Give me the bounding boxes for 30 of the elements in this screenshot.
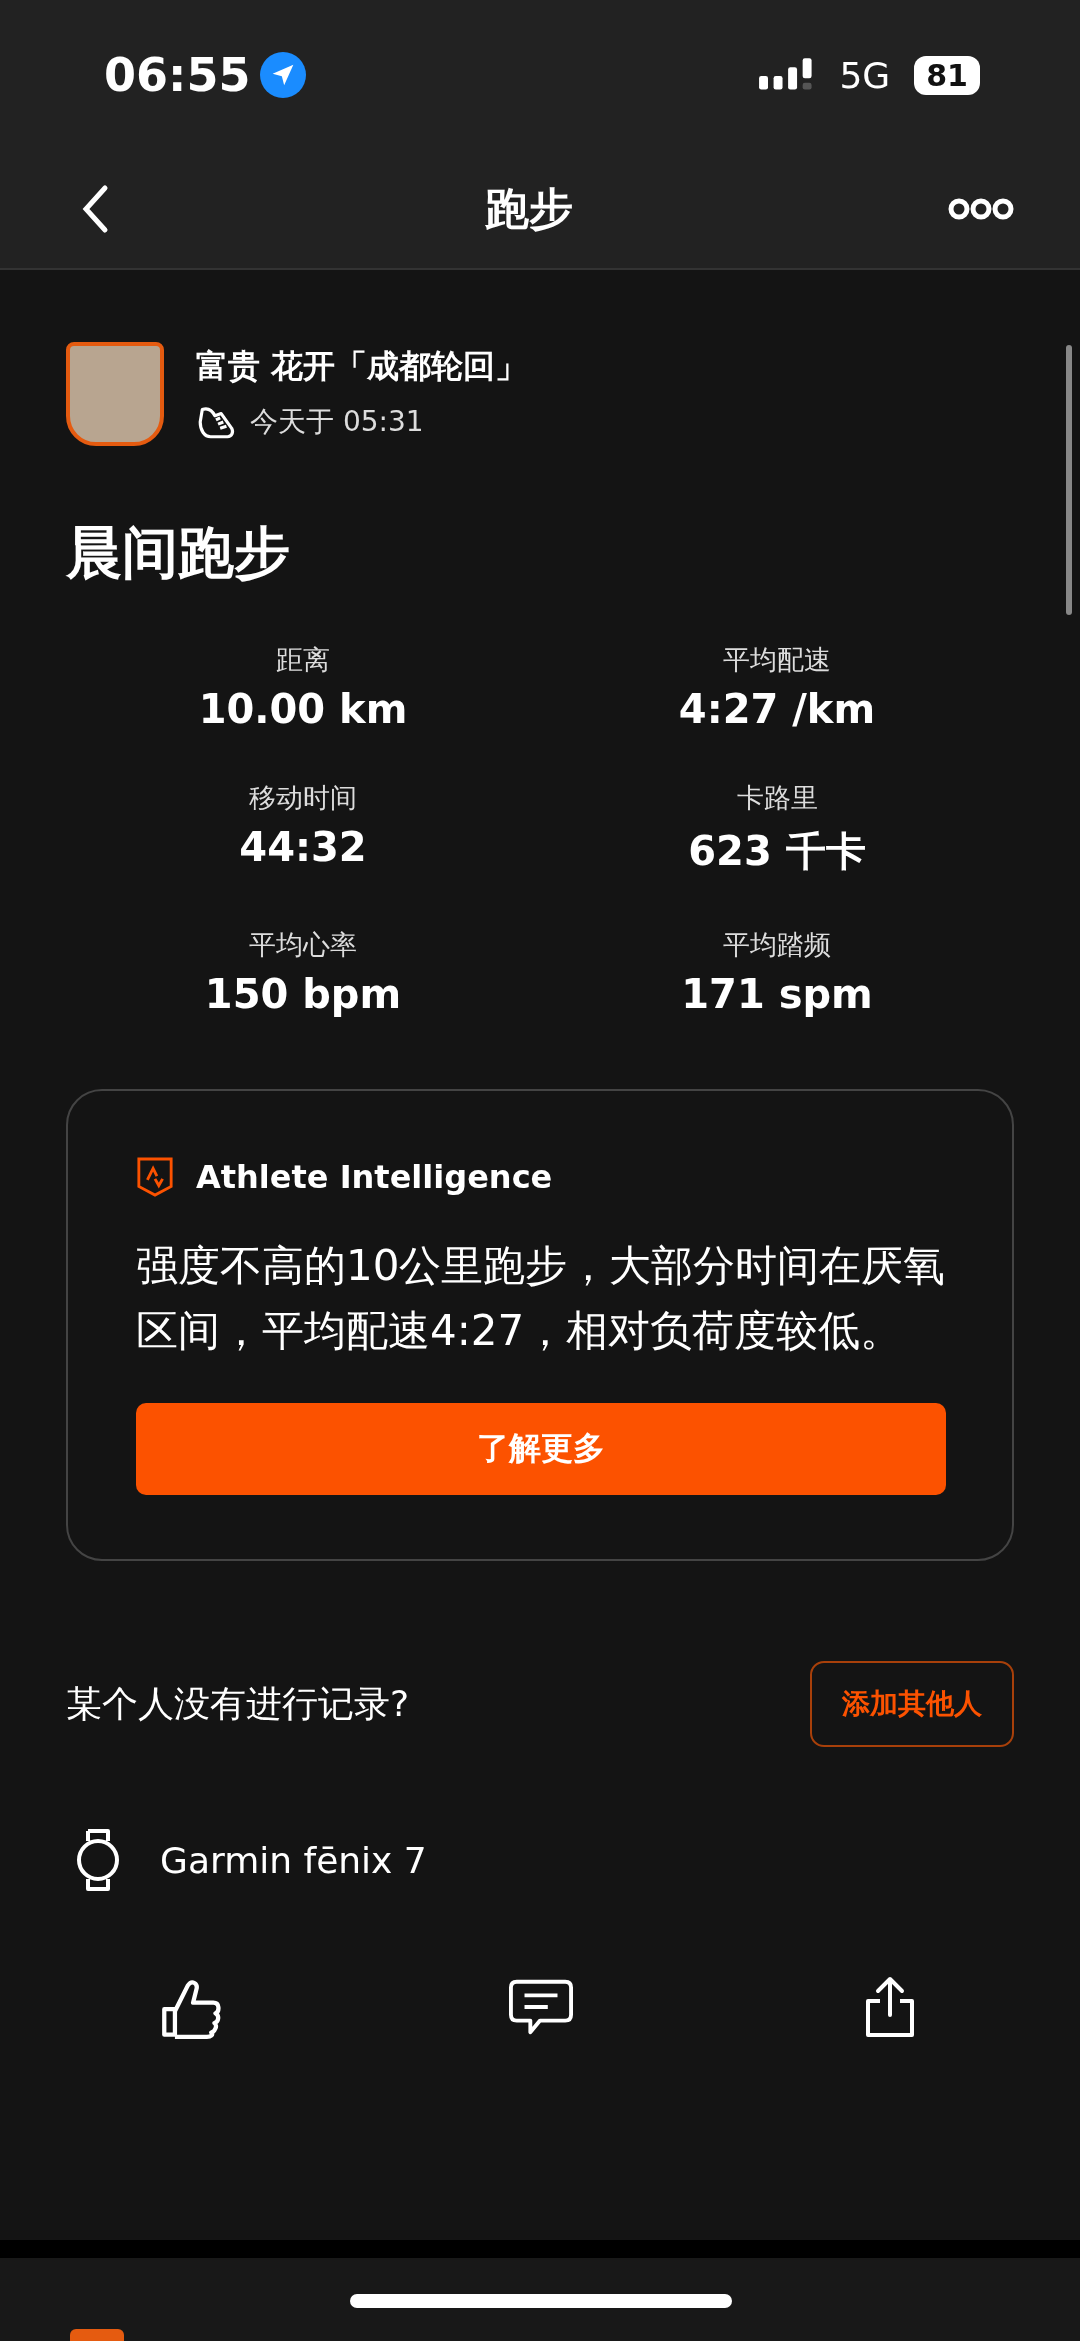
stat-value: 150 bpm bbox=[204, 971, 402, 1017]
activity-time: 今天于 05:31 bbox=[250, 404, 424, 440]
activity-title: 晨间跑步 bbox=[66, 519, 291, 587]
add-others-prompt: 某个人没有进行记录? bbox=[66, 1681, 410, 1726]
stat-label: 移动时间 bbox=[249, 781, 357, 815]
athlete-name[interactable]: 富贵 花开「成都轮回」 bbox=[196, 345, 528, 389]
back-icon[interactable] bbox=[80, 184, 110, 234]
more-icon[interactable] bbox=[948, 198, 1014, 220]
stat-label: 平均踏频 bbox=[723, 928, 831, 962]
learn-more-button[interactable]: 了解更多 bbox=[136, 1403, 946, 1495]
stat-label: 平均心率 bbox=[249, 928, 357, 962]
page-title: 跑步 bbox=[485, 181, 573, 236]
avatar-placeholder[interactable] bbox=[66, 342, 164, 446]
network-label: 5G bbox=[839, 54, 891, 96]
insight-title: Athlete Intelligence bbox=[196, 1158, 553, 1196]
add-others-button[interactable]: 添加其他人 bbox=[810, 1661, 1014, 1747]
stat-label: 平均配速 bbox=[723, 643, 831, 677]
stat-value: 4:27 /km bbox=[678, 686, 876, 732]
battery-indicator: 81 bbox=[914, 55, 980, 95]
stat-value: 623 千卡 bbox=[688, 827, 866, 876]
stat-value: 171 spm bbox=[681, 971, 873, 1017]
watch-icon bbox=[76, 1827, 120, 1893]
stat-value: 44:32 bbox=[239, 824, 367, 870]
stat-value: 10.00 km bbox=[198, 686, 408, 732]
status-time: 06:55 bbox=[104, 48, 251, 102]
stat-label: 距离 bbox=[276, 643, 330, 677]
insight-summary: 强度不高的10公里跑步，大部分时间在厌氧区间，平均配速4:27，相对负荷度较低。 bbox=[136, 1240, 946, 1357]
shield-logo-icon bbox=[136, 1155, 174, 1199]
stat-label: 卡路里 bbox=[736, 781, 818, 815]
device-name: Garmin fēnix 7 bbox=[160, 1839, 427, 1881]
